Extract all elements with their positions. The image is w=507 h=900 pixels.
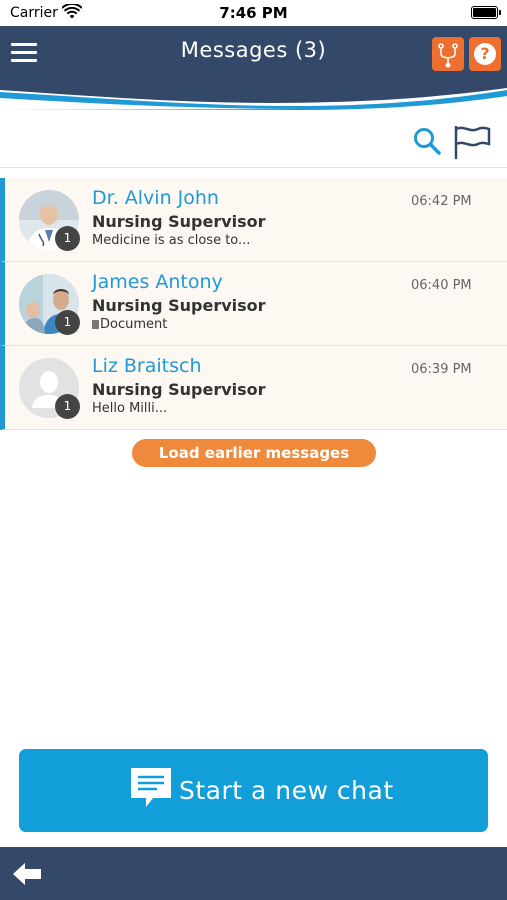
message-time: 06:42 PM bbox=[411, 194, 472, 209]
message-row[interactable]: 1 James Antony Nursing Supervisor Docume… bbox=[0, 262, 507, 346]
sender-name: Liz Braitsch bbox=[92, 355, 202, 377]
app-header: Messages (3) ? bbox=[0, 26, 507, 110]
message-time: 06:39 PM bbox=[411, 362, 472, 377]
load-earlier-messages-button[interactable]: Load earlier messages bbox=[132, 439, 376, 467]
unread-count-badge: 1 bbox=[55, 394, 80, 419]
start-new-chat-label: Start a new chat bbox=[179, 776, 394, 805]
message-preview: Document bbox=[92, 317, 167, 332]
unread-count-badge: 1 bbox=[55, 226, 80, 251]
message-preview-text: Document bbox=[100, 317, 168, 332]
document-icon bbox=[92, 320, 99, 329]
sender-name: James Antony bbox=[92, 271, 223, 293]
status-bar: Carrier 7:46 PM bbox=[0, 0, 507, 26]
question-mark-icon: ? bbox=[474, 43, 496, 65]
bottom-navigation-bar bbox=[0, 847, 507, 900]
sender-role: Nursing Supervisor bbox=[92, 380, 266, 399]
chat-bubble-icon bbox=[131, 768, 171, 807]
message-toolbar bbox=[0, 110, 507, 168]
sender-name: Dr. Alvin John bbox=[92, 187, 219, 209]
message-preview-text: Medicine is as close to... bbox=[92, 233, 251, 248]
unread-count-badge: 1 bbox=[55, 310, 80, 335]
flag-icon[interactable] bbox=[452, 124, 492, 160]
message-time: 06:40 PM bbox=[411, 278, 472, 293]
sender-role: Nursing Supervisor bbox=[92, 296, 266, 315]
stethoscope-button[interactable] bbox=[432, 37, 464, 71]
back-arrow-icon[interactable] bbox=[12, 862, 42, 886]
message-preview: Medicine is as close to... bbox=[92, 233, 250, 248]
clock: 7:46 PM bbox=[219, 4, 288, 22]
help-button[interactable]: ? bbox=[469, 37, 501, 71]
sender-role: Nursing Supervisor bbox=[92, 212, 266, 231]
message-preview-text: Hello Milli... bbox=[92, 401, 168, 416]
page-title: Messages (3) bbox=[180, 38, 327, 62]
message-row[interactable]: 1 Dr. Alvin John Nursing Supervisor Medi… bbox=[0, 178, 507, 262]
message-row[interactable]: 1 Liz Braitsch Nursing Supervisor Hello … bbox=[0, 346, 507, 430]
stethoscope-icon bbox=[438, 43, 458, 68]
battery-icon bbox=[471, 6, 501, 19]
search-icon[interactable] bbox=[412, 126, 442, 156]
message-preview: Hello Milli... bbox=[92, 401, 167, 416]
message-list: 1 Dr. Alvin John Nursing Supervisor Medi… bbox=[0, 178, 507, 430]
start-new-chat-button[interactable]: Start a new chat bbox=[19, 749, 488, 832]
